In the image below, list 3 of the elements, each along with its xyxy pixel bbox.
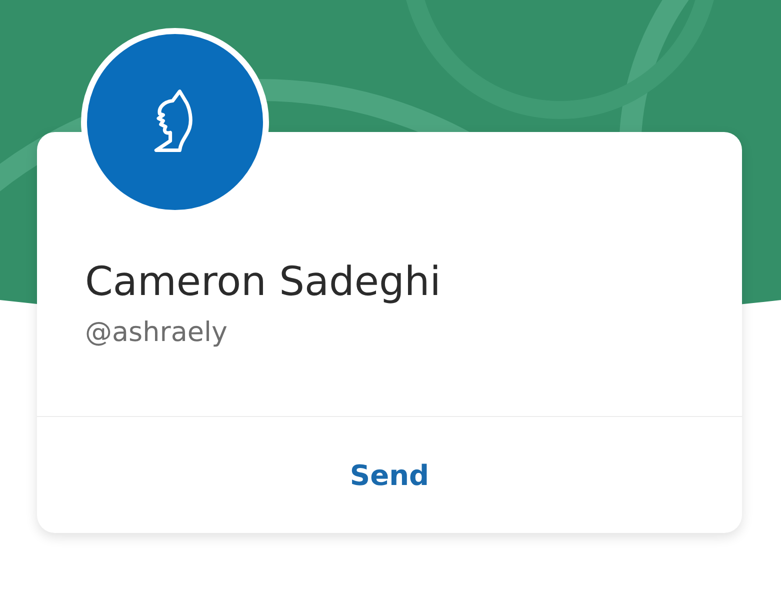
send-button[interactable]: Send <box>340 454 440 496</box>
profile-name: Cameron Sadeghi <box>85 258 441 307</box>
profile-handle: @ashraely <box>85 316 228 350</box>
